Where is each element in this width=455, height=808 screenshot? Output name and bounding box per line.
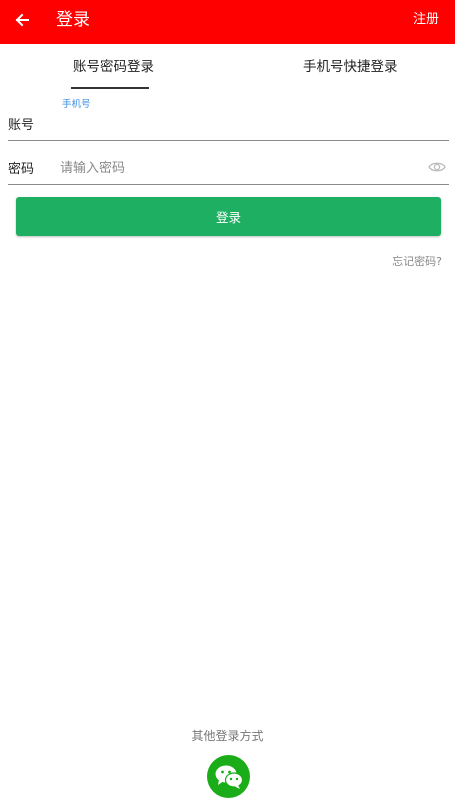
- app-bar: 登录 注册: [0, 0, 455, 44]
- forgot-password-link[interactable]: 忘记密码?: [392, 253, 442, 269]
- login-button[interactable]: 登录: [16, 197, 441, 236]
- login-tabs: 账号密码登录 手机号快捷登录: [0, 44, 455, 90]
- arrow-left-icon: [15, 13, 29, 27]
- active-tab-indicator: [71, 87, 149, 89]
- account-label: 账号: [8, 118, 35, 133]
- password-input[interactable]: [60, 157, 420, 179]
- account-field-hint: 手机号: [62, 99, 91, 110]
- tab-phone-quick[interactable]: 手机号快捷登录: [303, 57, 398, 77]
- page-title: 登录: [56, 10, 90, 30]
- other-login-label: 其他登录方式: [191, 729, 264, 743]
- wechat-login-button[interactable]: [207, 755, 250, 798]
- register-link[interactable]: 注册: [413, 11, 439, 29]
- back-button[interactable]: [8, 6, 36, 34]
- tab-account-password[interactable]: 账号密码登录: [73, 57, 154, 77]
- password-label: 密码: [8, 162, 35, 177]
- password-underline: [8, 184, 449, 185]
- wechat-icon: [215, 765, 243, 789]
- account-input[interactable]: [60, 113, 420, 135]
- account-underline: [8, 140, 449, 141]
- eye-icon[interactable]: [428, 160, 446, 174]
